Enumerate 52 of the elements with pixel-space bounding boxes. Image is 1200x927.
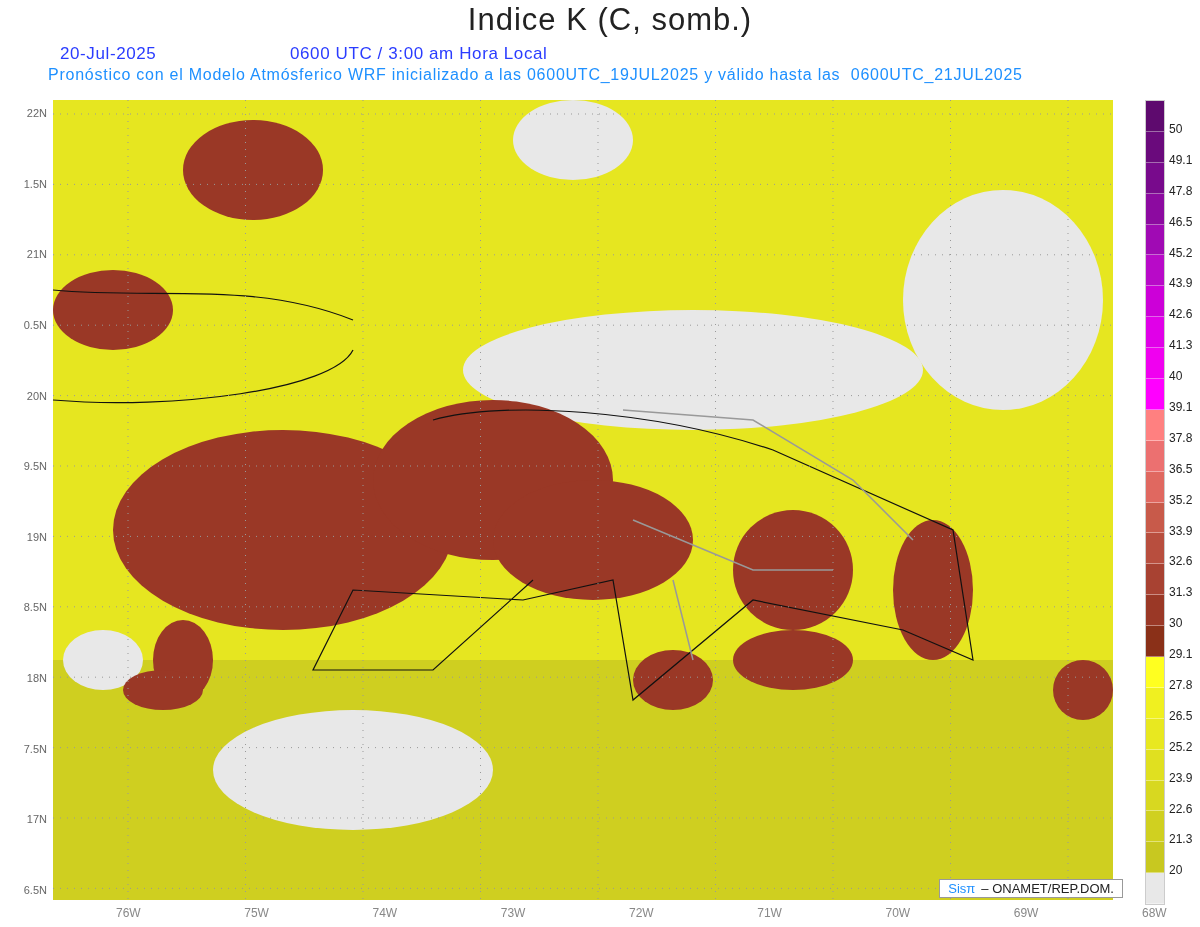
colorbar-label: 29.1 [1169, 647, 1193, 664]
colorbar-label: 31.3 [1169, 585, 1193, 602]
longitude-label: 76W [116, 906, 140, 920]
latitude-label: 7.5N [22, 741, 48, 756]
latitude-label: 19N [25, 529, 48, 544]
longitude-label: 72W [629, 906, 653, 920]
longitude-label: 73W [500, 906, 525, 920]
chart-title: Indice K (C, somb.) [466, 2, 754, 38]
date-label: 20-Jul-2025 [60, 44, 157, 64]
colorbar-label: 20 [1169, 863, 1184, 880]
latitude-label: 0.5N [22, 317, 48, 332]
colorbar-label: 37.8 [1169, 430, 1193, 447]
colorbar-label: 36.5 [1169, 461, 1193, 478]
latitude-label: 20N [25, 388, 48, 403]
colorbar-label: 25.2 [1169, 739, 1193, 756]
colorbar-label: 33.9 [1169, 523, 1193, 540]
longitude-label: 74W [372, 906, 397, 920]
longitude-label: 68W [1142, 906, 1166, 920]
colorbar-label: 39.1 [1169, 400, 1193, 416]
logo-text: Sisπ [948, 881, 976, 896]
latitude-label: 17N [25, 812, 48, 827]
colorbar-label: 41.3 [1169, 338, 1193, 355]
latitude-label: 18N [25, 671, 48, 685]
longitude-label: 75W [244, 906, 269, 920]
colorbar-label: 49.1 [1169, 152, 1193, 169]
colorbar-label: 32.6 [1169, 554, 1193, 571]
latitude-label: 1.5N [22, 176, 48, 191]
subtitle: Pronóstico con el Modelo Atmósferico WRF inicializado a las 0600UTC_19JUL2025 y válido hasta las 0600UTC_21JUL2025 [48, 66, 1023, 84]
longitude-label: 71W [757, 906, 782, 920]
time-label: 0600 UTC / 3:00 am Hora Local [290, 44, 548, 64]
colorbar-label: 40 [1169, 369, 1184, 386]
latitude-label: 6.5N [22, 882, 48, 897]
colorbar-label: 42.6 [1169, 307, 1193, 324]
colorbar-label: 46.5 [1169, 214, 1193, 231]
latitude-label: 9.5N [22, 459, 48, 474]
colorbar-label: 35.2 [1169, 492, 1193, 509]
colorbar-label: 43.9 [1169, 276, 1193, 293]
colorbar-label: 45.2 [1169, 245, 1193, 262]
colorbar-label: 23.9 [1169, 770, 1193, 787]
colorbar-label: 30 [1169, 616, 1184, 633]
latitude-label: 8.5N [22, 600, 48, 615]
colorbar-label: 27.8 [1169, 678, 1193, 695]
credit-text: – ONAMET/REP.DOM. [981, 881, 1114, 896]
longitude-label: 69W [1013, 906, 1038, 920]
colorbar-label: 22.6 [1169, 801, 1193, 818]
colorbar-label: 50 [1169, 122, 1184, 138]
longitude-label: 70W [885, 906, 910, 920]
colorbar-label: 47.8 [1169, 183, 1193, 200]
colorbar-label: 21.3 [1169, 832, 1193, 849]
latitude-label: 21N [25, 247, 48, 262]
latitude-label: 22N [25, 106, 48, 120]
colorbar-label: 26.5 [1169, 708, 1193, 725]
